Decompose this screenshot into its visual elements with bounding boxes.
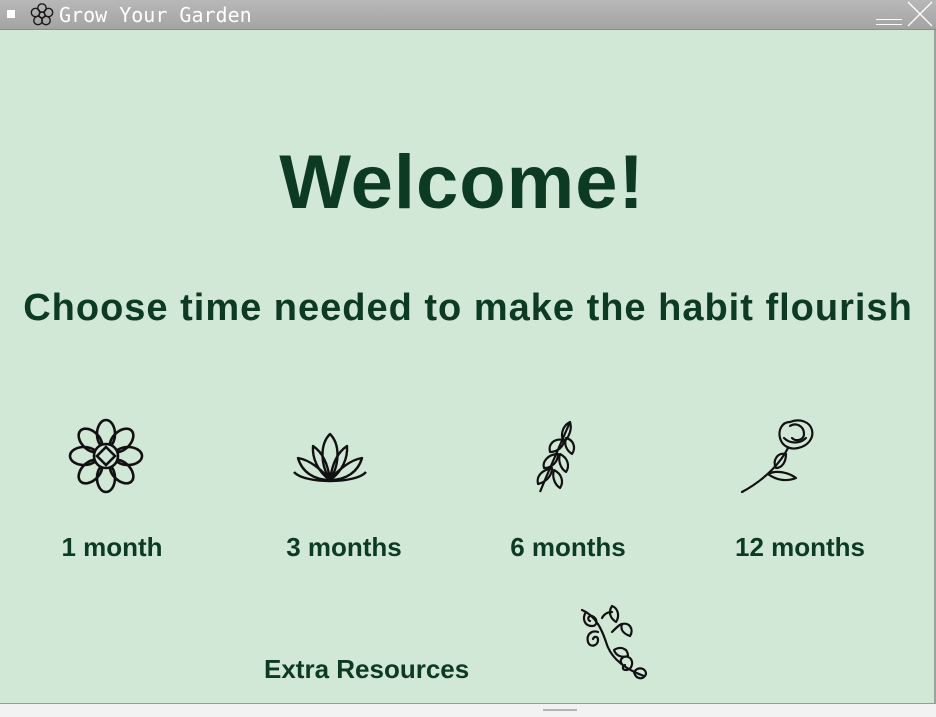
option-12-months[interactable]: 12 months [700, 530, 900, 564]
window-menu-icon[interactable] [7, 10, 15, 18]
prompt-text: Choose time needed to make the habit flo… [23, 287, 913, 329]
app-window: Grow Your Garden Welcome! Choose time ne… [0, 0, 936, 717]
leaf-branch-icon[interactable] [514, 416, 594, 496]
option-3-months[interactable]: 3 months [244, 530, 444, 564]
vine-icon[interactable] [572, 602, 652, 682]
option-1-month[interactable]: 1 month [12, 530, 212, 564]
window-title: Grow Your Garden [59, 3, 252, 27]
extra-resources-link[interactable]: Extra Resources [264, 652, 469, 686]
window-bottom-edge [0, 703, 936, 717]
option-6-months[interactable]: 6 months [468, 530, 668, 564]
close-icon[interactable] [904, 1, 934, 27]
flower-icon [29, 2, 55, 28]
flower-icon[interactable] [66, 416, 146, 496]
welcome-heading: Welcome! [279, 140, 645, 225]
main-panel [0, 30, 936, 703]
rose-icon[interactable] [738, 416, 818, 496]
title-bar[interactable]: Grow Your Garden [0, 0, 936, 30]
lotus-icon[interactable] [290, 420, 370, 500]
resize-grip[interactable] [543, 709, 577, 711]
minimize-icon[interactable] [876, 19, 902, 25]
